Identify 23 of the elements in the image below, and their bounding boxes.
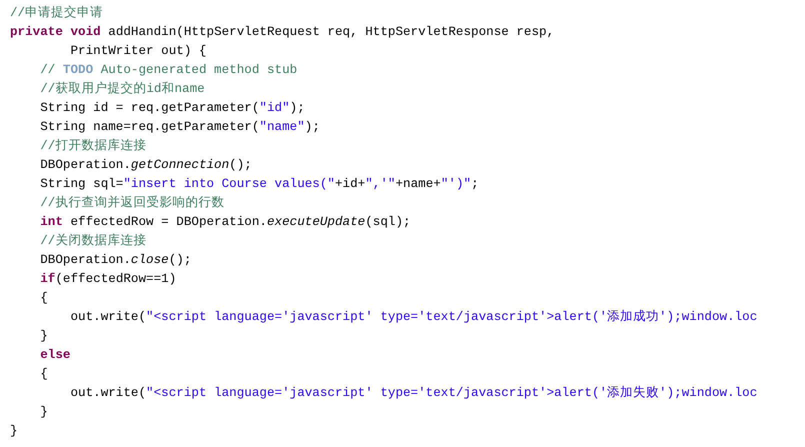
code-line: //获取用户提交的id和name <box>39 80 205 98</box>
code-line: String name=req.getParameter("name"); <box>39 119 320 136</box>
code-line: out.write("<script language='javascript' type='text/javascript'>alert('添加失败');window.loc <box>69 384 758 402</box>
code-line: String id = req.getParameter("id"); <box>39 100 305 117</box>
code-line: out.write("<script language='javascript' type='text/javascript'>alert('添加成功');window.loc <box>69 308 758 326</box>
code-line: } <box>10 423 18 440</box>
code-line: // TODO Auto-generated method stub <box>39 62 298 79</box>
code-line: if(effectedRow==1) <box>39 271 176 288</box>
code-line: DBOperation.close(); <box>39 252 192 269</box>
code-line: { <box>39 290 48 307</box>
code-line: { <box>39 366 48 383</box>
code-line: //申请提交申请 <box>10 4 104 22</box>
code-line: //打开数据库连接 <box>39 138 146 155</box>
code-line: //关闭数据库连接 <box>39 232 146 250</box>
code-line: private void addHandin(HttpServletRequest req, HttpServletResponse resp, <box>10 24 554 41</box>
code-line: String sql="insert into Course values("+id+",'"+name+"')"; <box>39 176 479 193</box>
code-line: int effectedRow = DBOperation.executeUpdate(sql); <box>39 214 411 231</box>
code-line: DBOperation.getConnection(); <box>39 157 252 174</box>
code-line: //执行查询并返回受影响的行数 <box>39 194 224 212</box>
code-line: PrintWriter out) { <box>69 43 206 60</box>
code-line: } <box>39 328 48 345</box>
code-line: else <box>39 347 70 364</box>
code-line: } <box>39 404 48 421</box>
